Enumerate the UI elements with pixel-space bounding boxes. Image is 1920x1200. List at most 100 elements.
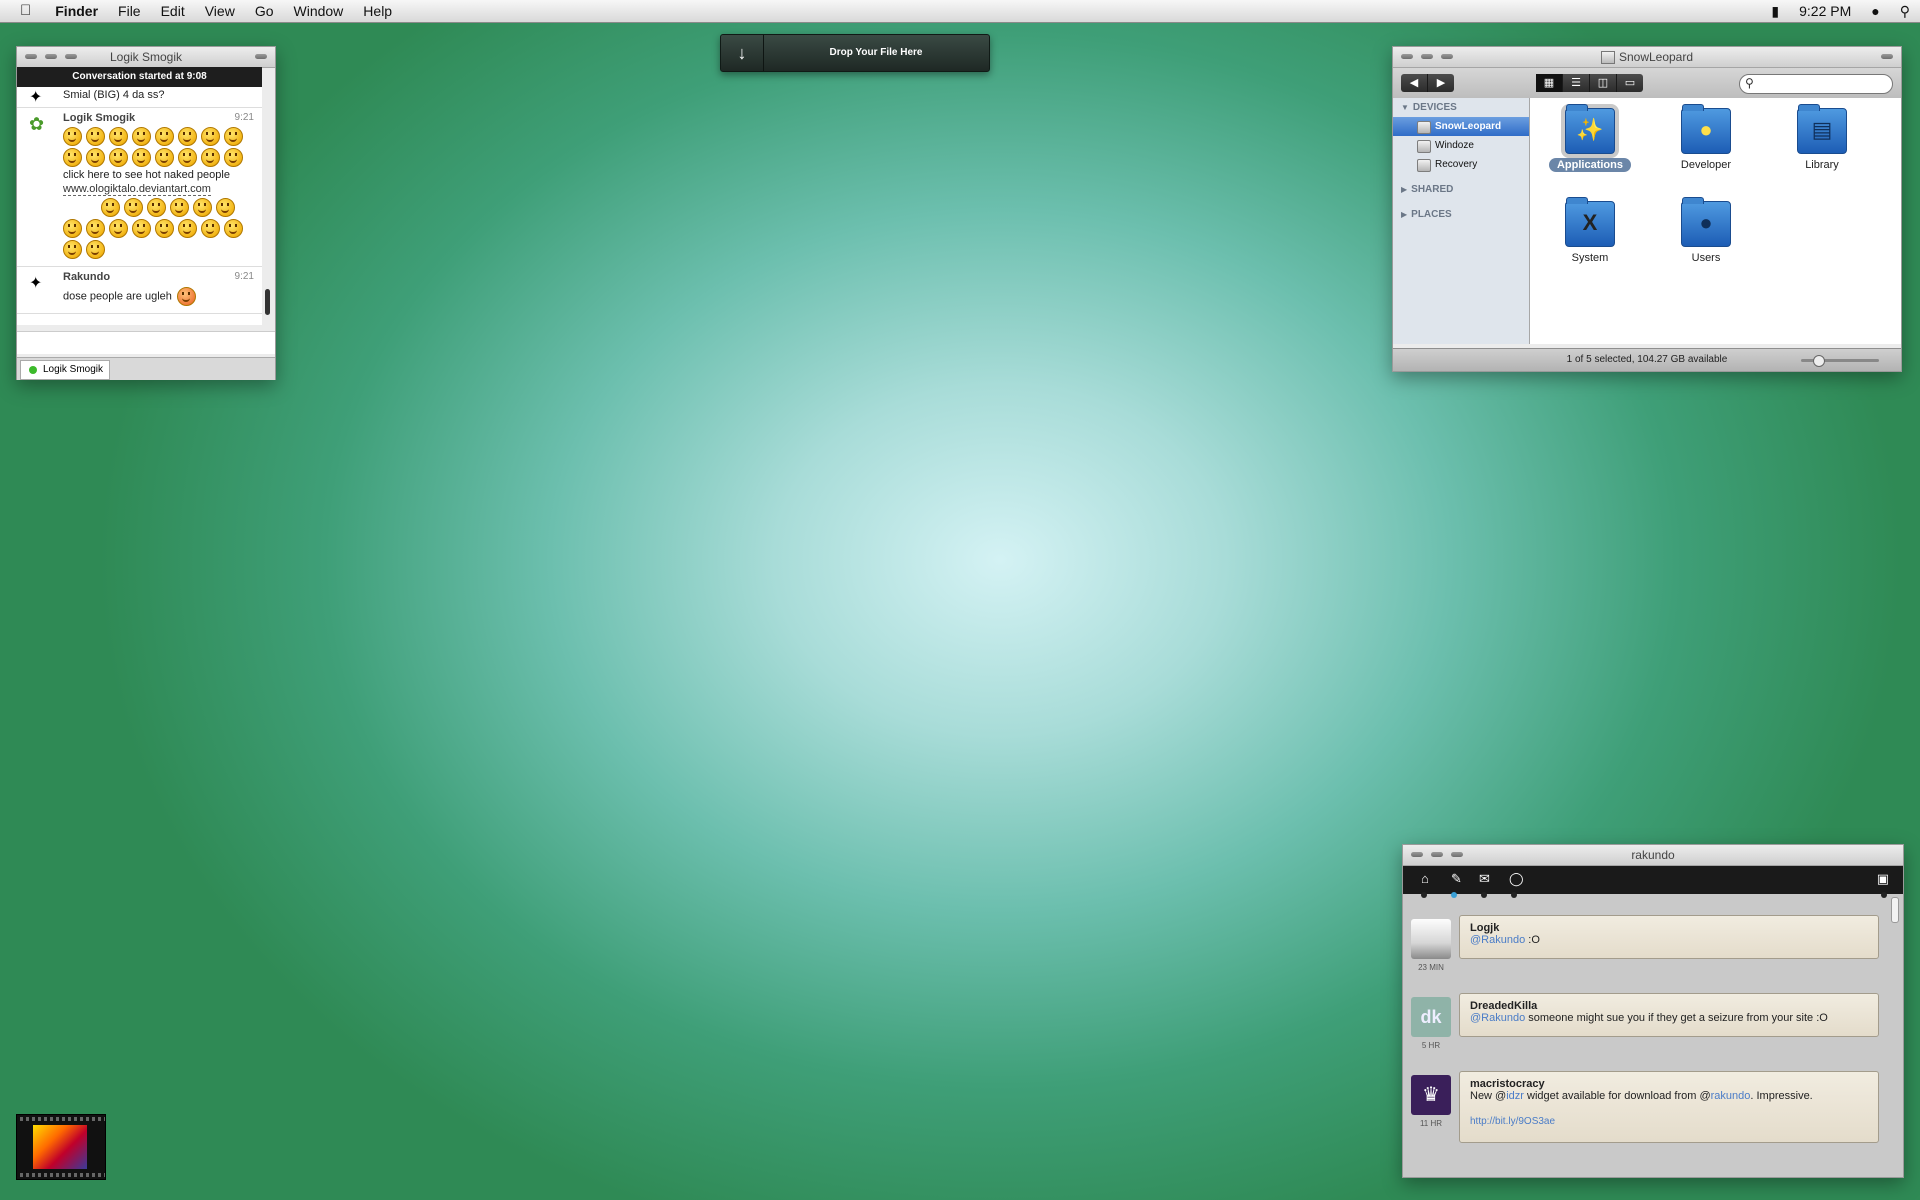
mention-link[interactable]: idzr xyxy=(1506,1090,1524,1102)
smiley-icon xyxy=(101,198,120,217)
page-indicator xyxy=(1403,892,1903,902)
menu-go[interactable]: Go xyxy=(245,0,284,22)
icon-view-button[interactable]: ▦ xyxy=(1536,74,1563,92)
crown-avatar-icon[interactable]: ♛ xyxy=(1411,1075,1451,1115)
file-drop-zone[interactable]: ↓ Drop Your File Here xyxy=(720,34,990,72)
minimize-button[interactable] xyxy=(1421,54,1433,59)
mention-link[interactable]: @Rakundo xyxy=(1470,934,1525,946)
mentions-icon[interactable]: ✎ xyxy=(1451,871,1462,887)
menu-clock[interactable]: 9:22 PM xyxy=(1789,3,1861,19)
message-text: click here to see hot naked people xyxy=(63,169,230,181)
slider-knob[interactable] xyxy=(1813,355,1825,367)
disclosure-triangle-icon[interactable]: ▼ xyxy=(1401,103,1409,112)
applications-folder-icon: ✨ xyxy=(1565,104,1615,154)
folder-library[interactable]: ▤ Library xyxy=(1772,104,1872,172)
film-strip-bottom xyxy=(17,1173,105,1177)
avatar[interactable]: dk xyxy=(1411,997,1451,1037)
mention-link[interactable]: @Rakundo xyxy=(1470,1012,1525,1024)
apple-icon[interactable]:  xyxy=(0,0,45,22)
mention-link[interactable]: rakundo xyxy=(1711,1090,1751,1102)
chat-titlebar[interactable]: Logik Smogik xyxy=(17,47,275,68)
menu-window[interactable]: Window xyxy=(284,0,354,22)
close-button[interactable] xyxy=(25,54,37,59)
page-dot[interactable] xyxy=(1481,892,1487,898)
back-button[interactable]: ◀ xyxy=(1401,74,1428,92)
sidebar-item-recovery[interactable]: Recovery xyxy=(1393,155,1529,174)
leaf-avatar-icon: ✿ xyxy=(29,114,45,134)
message-link[interactable]: www.ologiktalo.deviantart.com xyxy=(63,183,262,196)
finder-toolbar: ◀ ▶ ▦ ☰ ◫ ▭ ⚲ xyxy=(1393,68,1901,99)
zoom-button[interactable] xyxy=(1441,54,1453,59)
smiley-icon xyxy=(63,148,82,167)
twitter-scrollbar[interactable] xyxy=(1891,897,1899,923)
film-thumbnail[interactable] xyxy=(16,1114,106,1180)
finder-titlebar[interactable]: SnowLeopard xyxy=(1393,47,1901,68)
folder-developer[interactable]: ● Developer xyxy=(1656,104,1756,172)
scroll-thumb[interactable] xyxy=(265,289,270,315)
menu-help[interactable]: Help xyxy=(353,0,402,22)
folder-applications[interactable]: ✨ Applications xyxy=(1540,104,1640,172)
system-folder-icon: X xyxy=(1565,197,1615,247)
smiley-row xyxy=(61,197,262,260)
search-icon[interactable]: ◯ xyxy=(1509,871,1524,887)
sidebar-item-snowleopard[interactable]: SnowLeopard xyxy=(1393,117,1529,136)
chat-tab-label: Logik Smogik xyxy=(43,364,104,375)
folder-users[interactable]: ● Users xyxy=(1656,197,1756,265)
tweet-text: @Rakundo someone might sue you if they g… xyxy=(1470,1012,1828,1024)
signal-icon[interactable]: ▮ xyxy=(1761,3,1789,20)
tweet-username[interactable]: DreadedKilla xyxy=(1470,1000,1868,1012)
compose-icon[interactable]: ▣ xyxy=(1877,871,1889,887)
forward-button[interactable]: ▶ xyxy=(1428,74,1454,92)
drive-icon xyxy=(1600,51,1615,65)
close-button[interactable] xyxy=(1411,852,1423,857)
sidebar-section-places[interactable]: ▶ PLACES xyxy=(1393,205,1529,224)
column-view-button[interactable]: ◫ xyxy=(1590,74,1617,92)
zoom-button[interactable] xyxy=(1451,852,1463,857)
smiley-icon xyxy=(86,219,105,238)
message-input[interactable] xyxy=(17,331,275,354)
smiley-icon xyxy=(193,198,212,217)
menu-view[interactable]: View xyxy=(195,0,245,22)
tweet-age: 23 MIN xyxy=(1418,963,1444,972)
minimize-button[interactable] xyxy=(1431,852,1443,857)
tweet-bubble: macristocracy New @idzr widget available… xyxy=(1459,1071,1879,1143)
folder-system[interactable]: X System xyxy=(1540,197,1640,265)
zoom-button[interactable] xyxy=(65,54,77,59)
toolbar-toggle-button[interactable] xyxy=(255,54,267,59)
page-dot-active[interactable] xyxy=(1451,892,1457,898)
tweet-username[interactable]: macristocracy xyxy=(1470,1078,1868,1090)
spotlight-icon[interactable]: ⚲ xyxy=(1890,3,1920,20)
chat-tab[interactable]: Logik Smogik xyxy=(20,360,111,380)
smiley-icon xyxy=(155,219,174,238)
minimize-button[interactable] xyxy=(45,54,57,59)
close-button[interactable] xyxy=(1401,54,1413,59)
coverflow-view-button[interactable]: ▭ xyxy=(1617,74,1643,92)
page-dot[interactable] xyxy=(1511,892,1517,898)
icon-size-slider[interactable] xyxy=(1801,355,1879,367)
page-dot[interactable] xyxy=(1881,892,1887,898)
menu-file[interactable]: File xyxy=(108,0,151,22)
conversation-banner: Conversation started at 9:08 xyxy=(17,67,262,87)
chat-scrollbar[interactable] xyxy=(264,71,272,329)
tweet-username[interactable]: Logjk xyxy=(1470,922,1868,934)
page-dot[interactable] xyxy=(1421,892,1427,898)
avatar[interactable] xyxy=(1411,919,1451,959)
disclosure-triangle-icon[interactable]: ▶ xyxy=(1401,210,1407,219)
mail-icon[interactable]: ✉ xyxy=(1479,871,1490,887)
tweet-url[interactable]: http://bit.ly/9OS3ae xyxy=(1470,1116,1868,1127)
menu-edit[interactable]: Edit xyxy=(151,0,195,22)
menu-app-finder[interactable]: Finder xyxy=(45,0,108,22)
home-icon[interactable]: ⌂ xyxy=(1421,871,1429,886)
sidebar-item-windoze[interactable]: Windoze xyxy=(1393,136,1529,155)
twitter-titlebar[interactable]: rakundo xyxy=(1403,845,1903,866)
disclosure-triangle-icon[interactable]: ▶ xyxy=(1401,185,1407,194)
smiley-row xyxy=(61,126,262,168)
sidebar-section-devices[interactable]: ▼ DEVICES xyxy=(1393,98,1529,117)
toolbar-toggle-button[interactable] xyxy=(1881,54,1893,59)
tongue-smiley-icon xyxy=(176,287,196,306)
smiley-icon xyxy=(124,198,143,217)
search-input[interactable]: ⚲ xyxy=(1739,74,1893,94)
user-icon[interactable]: ● xyxy=(1861,3,1889,19)
list-view-button[interactable]: ☰ xyxy=(1563,74,1590,92)
sidebar-section-shared[interactable]: ▶ SHARED xyxy=(1393,180,1529,199)
